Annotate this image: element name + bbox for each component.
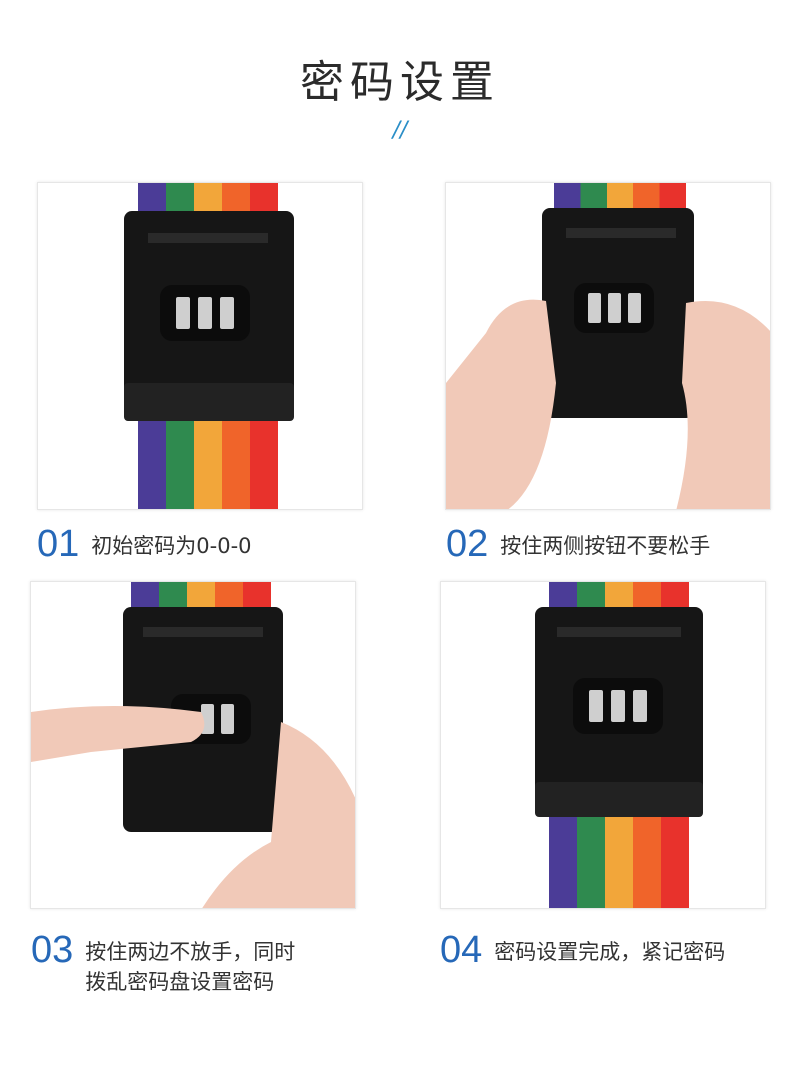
page-title: 密码设置 [300, 57, 500, 108]
photo-step-2 [445, 182, 771, 510]
step-text-line: 密码设置完成，紧记密码 [494, 940, 726, 964]
photo-step-1 [37, 182, 363, 510]
step-caption-4: 04 密码设置完成，紧记密码 [440, 931, 725, 969]
photo-step-4 [440, 581, 766, 909]
step-number: 04 [440, 929, 483, 971]
step-description: 初始密码为0-0-0 [91, 525, 251, 561]
step-number: 02 [446, 523, 489, 565]
title-decoration: // [392, 118, 408, 143]
step-number: 03 [31, 929, 74, 971]
step-caption-2: 02 按住两侧按钮不要松手 [446, 525, 710, 563]
step-text-line: 初始密码为0-0-0 [91, 534, 252, 558]
step-description: 密码设置完成，紧记密码 [494, 931, 725, 967]
step-description: 按住两边不放手，同时 拨乱密码盘设置密码 [85, 931, 295, 997]
step-text-line: 按住两侧按钮不要松手 [500, 534, 711, 558]
step-caption-1: 01 初始密码为0-0-0 [37, 525, 252, 563]
step-number: 01 [37, 523, 80, 565]
step-caption-3: 03 按住两边不放手，同时 拨乱密码盘设置密码 [31, 931, 295, 997]
step-text-line: 拨乱密码盘设置密码 [85, 970, 275, 994]
step-text-line: 按住两边不放手，同时 [85, 940, 296, 964]
step-description: 按住两侧按钮不要松手 [500, 525, 710, 561]
photo-step-3 [30, 581, 356, 909]
